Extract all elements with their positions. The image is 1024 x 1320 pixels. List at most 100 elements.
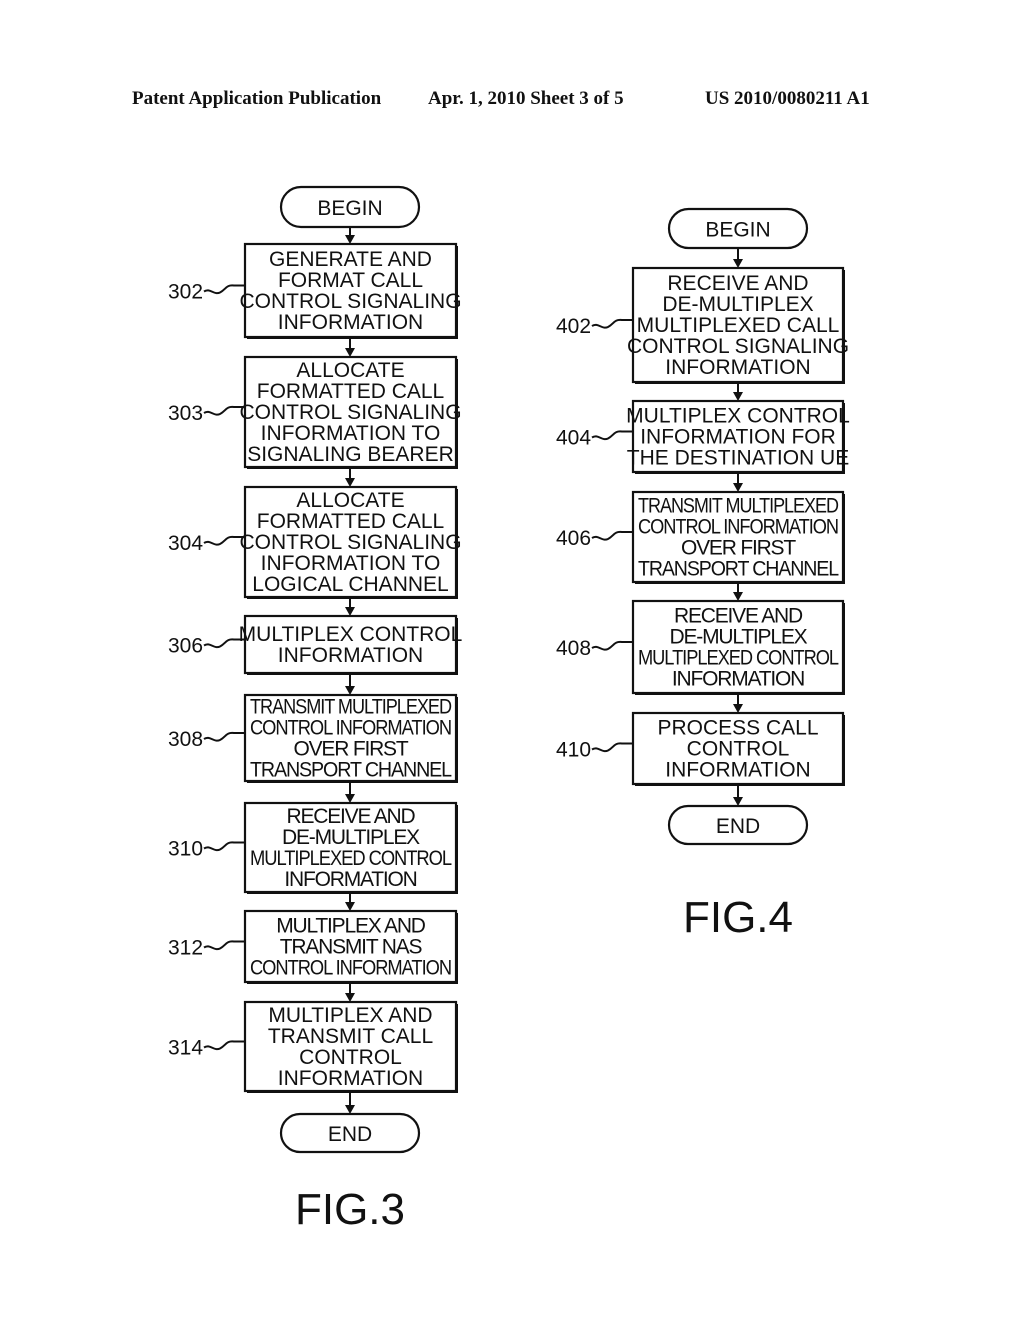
step-text-line: FORMATTED CALL xyxy=(257,510,444,533)
step-text-line: TRANSMIT MULTIPLEXED xyxy=(250,696,452,719)
step-text-line: RECEIVE AND xyxy=(667,272,808,295)
step-text-line: MULTIPLEXED CONTROL xyxy=(638,647,838,670)
reference-number: 312 xyxy=(168,937,203,960)
fig3-end-terminal: END xyxy=(279,1112,421,1154)
process-step-404: MULTIPLEX CONTROLINFORMATION FORTHE DEST… xyxy=(556,399,850,474)
fig4-begin-terminal-label: BEGIN xyxy=(705,219,770,242)
step-text-line: INFORMATION xyxy=(284,868,416,891)
arrowhead-icon xyxy=(345,902,355,911)
step-text-line: MULTIPLEX CONTROL xyxy=(239,623,463,646)
reference-leader-line xyxy=(203,940,245,951)
step-text-line: MULTIPLEXED CALL xyxy=(637,314,840,337)
reference-number: 404 xyxy=(556,427,591,450)
process-step-312: MULTIPLEX ANDTRANSMIT NASCONTROL INFORMA… xyxy=(168,909,458,984)
step-text-line: THE DESTINATION UE xyxy=(627,447,849,470)
reference-number: 308 xyxy=(168,728,203,751)
step-text-line: CONTROL INFORMATION xyxy=(250,717,451,740)
step-text-line: CONTROL SIGNALING xyxy=(239,531,461,554)
step-text-line: RECEIVE AND xyxy=(674,605,803,628)
reference-number: 306 xyxy=(168,635,203,658)
flowchart-diagram: BEGIN GENERATE ANDFORMAT CALLCONTROL SIGN… xyxy=(168,185,850,1234)
step-text-line: TRANSPORT CHANNEL xyxy=(638,558,838,581)
step-text-line: GENERATE AND xyxy=(269,248,432,271)
process-step-306: MULTIPLEX CONTROLINFORMATION 306 xyxy=(168,614,463,675)
fig4-begin-terminal: BEGIN xyxy=(667,207,809,250)
fig4-flowchart: BEGINRECEIVE ANDDE-MULTIPLEXMULTIPLEXED … xyxy=(556,207,850,942)
step-text-line: DE-MULTIPLEX xyxy=(662,293,813,316)
arrowhead-icon xyxy=(733,592,743,601)
arrowhead-icon xyxy=(345,478,355,487)
reference-leader-line xyxy=(591,530,633,541)
reference-leader-line xyxy=(203,841,245,852)
process-step-304: ALLOCATEFORMATTED CALLCONTROL SIGNALINGI… xyxy=(168,485,462,599)
process-step-303: ALLOCATEFORMATTED CALLCONTROL SIGNALINGI… xyxy=(168,355,462,469)
step-text-line: INFORMATION xyxy=(665,759,810,782)
fig4-end-terminal: END xyxy=(667,804,809,846)
step-text-line: INFORMATION xyxy=(665,356,810,379)
process-step-308: TRANSMIT MULTIPLEXEDCONTROL INFORMATIONO… xyxy=(168,693,458,783)
figure-label: FIG.4 xyxy=(683,893,793,942)
step-text-line: CONTROL INFORMATION xyxy=(250,957,451,980)
step-text-line: MULTIPLEXED CONTROL xyxy=(250,847,451,870)
arrowhead-icon xyxy=(345,794,355,803)
fig3-begin-terminal: BEGIN xyxy=(279,185,421,229)
step-text-line: ALLOCATE xyxy=(296,359,404,382)
step-text-line: DE-MULTIPLEX xyxy=(282,826,420,849)
arrowhead-icon xyxy=(733,392,743,401)
step-text-line: MULTIPLEX CONTROL xyxy=(626,405,850,428)
step-text-line: INFORMATION xyxy=(278,644,423,667)
arrowhead-icon xyxy=(733,259,743,268)
reference-number: 314 xyxy=(168,1037,203,1060)
arrowhead-icon xyxy=(345,686,355,695)
arrowhead-icon xyxy=(345,235,355,244)
reference-number: 410 xyxy=(556,739,591,762)
step-text-line: INFORMATION xyxy=(278,311,423,334)
reference-number: 310 xyxy=(168,838,203,861)
step-text-line: OVER FIRST xyxy=(293,738,408,761)
arrowhead-icon xyxy=(733,704,743,713)
step-text-line: CONTROL INFORMATION xyxy=(638,516,838,539)
step-text-line: TRANSMIT NAS xyxy=(280,936,423,959)
figure-label: FIG.3 xyxy=(295,1185,405,1234)
reference-number: 402 xyxy=(556,315,591,338)
reference-leader-line xyxy=(203,1040,245,1051)
step-text-line: CONTROL SIGNALING xyxy=(627,335,849,358)
step-text-line: MULTIPLEX AND xyxy=(268,1004,432,1027)
process-step-302: GENERATE ANDFORMAT CALLCONTROL SIGNALING… xyxy=(168,242,462,339)
step-text-line: INFORMATION FOR xyxy=(640,426,836,449)
reference-leader-line xyxy=(591,318,633,329)
step-text-line: INFORMATION xyxy=(672,668,804,691)
step-text-line: TRANSPORT CHANNEL xyxy=(250,759,451,782)
step-text-line: FORMATTED CALL xyxy=(257,380,444,403)
step-text-line: RECEIVE AND xyxy=(286,805,415,828)
step-text-line: LOGICAL CHANNEL xyxy=(252,573,448,596)
reference-leader-line xyxy=(591,742,633,753)
reference-number: 302 xyxy=(168,281,203,304)
fig3-flowchart: BEGIN GENERATE ANDFORMAT CALLCONTROL SIGN… xyxy=(168,185,463,1234)
arrowhead-icon xyxy=(345,348,355,357)
step-text-line: INFORMATION TO xyxy=(261,552,441,575)
step-text-line: DE-MULTIPLEX xyxy=(670,626,808,649)
step-text-line: INFORMATION xyxy=(278,1067,423,1090)
arrowhead-icon xyxy=(345,1105,355,1114)
reference-number: 303 xyxy=(168,402,203,425)
step-text-line: CONTROL xyxy=(687,738,790,761)
fig4-end-terminal-label: END xyxy=(716,815,760,838)
reference-leader-line xyxy=(591,430,633,441)
step-text-line: TRANSMIT CALL xyxy=(268,1025,433,1048)
process-step-314: MULTIPLEX ANDTRANSMIT CALLCONTROLINFORMA… xyxy=(168,1000,458,1093)
reference-leader-line xyxy=(203,731,245,742)
step-text-line: PROCESS CALL xyxy=(657,717,818,740)
step-text-line: OVER FIRST xyxy=(681,537,796,560)
process-step-310: RECEIVE ANDDE-MULTIPLEXMULTIPLEXED CONTR… xyxy=(168,801,458,894)
process-step-402: RECEIVE ANDDE-MULTIPLEXMULTIPLEXED CALLC… xyxy=(556,266,849,384)
step-text-line: INFORMATION TO xyxy=(261,422,441,445)
arrowhead-icon xyxy=(345,607,355,616)
process-step-408: RECEIVE ANDDE-MULTIPLEXMULTIPLEXED CONTR… xyxy=(556,599,845,695)
step-text-line: ALLOCATE xyxy=(296,489,404,512)
step-text-line: SIGNALING BEARER xyxy=(247,443,454,466)
arrowhead-icon xyxy=(733,797,743,806)
step-text-line: CONTROL xyxy=(299,1046,402,1069)
reference-number: 304 xyxy=(168,532,203,555)
step-text-line: CONTROL SIGNALING xyxy=(239,290,461,313)
